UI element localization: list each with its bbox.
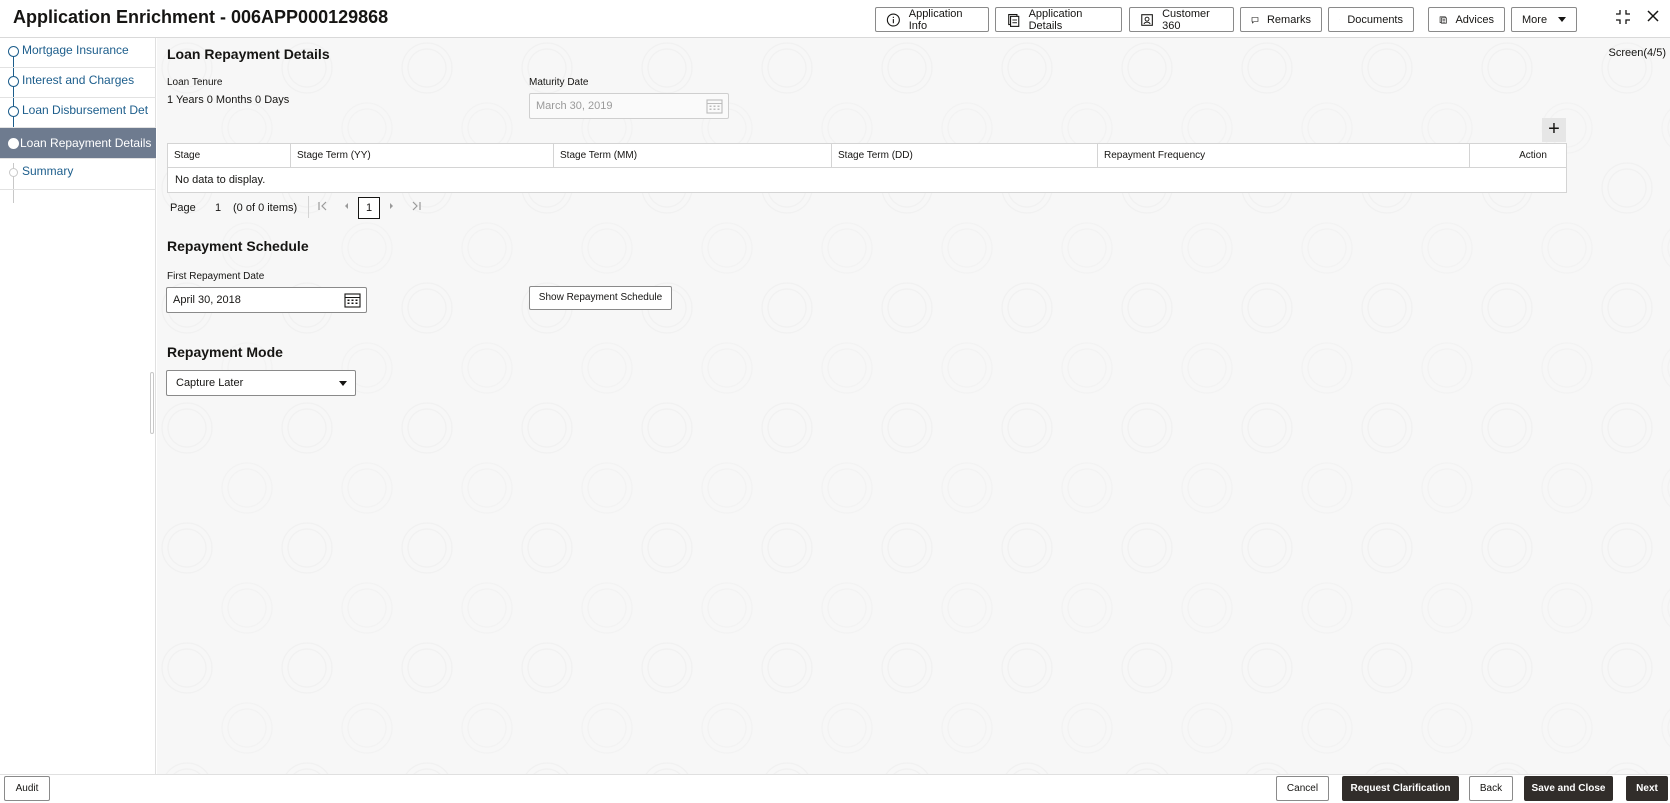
loan-tenure-label: Loan Tenure [167, 77, 223, 88]
sidebar-item-label: Summary [22, 164, 74, 178]
sidebar-item-mortgage-insurance[interactable]: Mortgage Insurance [0, 38, 156, 68]
repayment-mode-value: Capture Later [176, 377, 244, 389]
maturity-date-label: Maturity Date [529, 77, 589, 88]
first-repayment-date-label: First Repayment Date [167, 271, 265, 282]
column-header-action: Action [1519, 150, 1547, 161]
table-header: Stage Stage Term (YY) Stage Term (MM) St… [168, 144, 1566, 168]
documents-button[interactable]: Documents [1328, 7, 1414, 32]
advices-button[interactable]: Advices [1428, 7, 1505, 32]
audit-button[interactable]: Audit [4, 776, 50, 801]
check-circle-icon [8, 76, 19, 87]
pagination-page-number: 1 [215, 202, 222, 214]
more-dropdown[interactable]: More [1511, 7, 1577, 32]
application-info-label: Application Info [908, 7, 963, 32]
calendar-icon[interactable] [344, 292, 361, 308]
check-circle-icon [8, 106, 19, 117]
calendar-icon [706, 99, 723, 114]
expand-icon[interactable] [1614, 8, 1632, 31]
sidebar-item-label: Loan Repayment Details [20, 136, 152, 150]
pagination-items-text: (0 of 0 items) [233, 202, 298, 214]
user-card-icon [1141, 13, 1153, 26]
more-label: More [1522, 13, 1548, 26]
column-header-stage-term-yy[interactable]: Stage Term (YY) [291, 144, 554, 168]
section-title: Loan Repayment Details [167, 46, 330, 62]
repayment-stage-table: Stage Stage Term (YY) Stage Term (MM) St… [167, 143, 1567, 193]
save-and-close-button[interactable]: Save and Close [1524, 776, 1613, 801]
application-details-button[interactable]: Application Details [995, 7, 1122, 32]
table-empty-message: No data to display. [175, 174, 266, 186]
application-info-button[interactable]: Application Info [875, 7, 989, 32]
sidebar-item-interest-charges[interactable]: Interest and Charges [0, 68, 156, 98]
main-content: Loan Repayment Details Screen(4/5) Loan … [150, 38, 1670, 774]
column-header-stage-term-mm[interactable]: Stage Term (MM) [554, 144, 832, 168]
repayment-schedule-title: Repayment Schedule [167, 238, 309, 254]
sidebar-item-label: Interest and Charges [22, 73, 135, 87]
next-button[interactable]: Next [1626, 776, 1668, 801]
sidebar-item-label: Mortgage Insurance [22, 43, 129, 57]
current-page-box[interactable]: 1 [358, 197, 380, 219]
page-title: Application Enrichment - 006APP000129868 [13, 7, 389, 27]
add-row-button[interactable]: + [1542, 118, 1566, 142]
app-header: Application Enrichment - 006APP000129868… [0, 0, 1670, 38]
pagination-page-label: Page [170, 202, 196, 214]
loan-tenure-value: 1 Years 0 Months 0 Days [167, 94, 290, 106]
sidebar-item-loan-disbursement[interactable]: Loan Disbursement Det [0, 98, 156, 128]
customer-360-button[interactable]: Customer 360 [1129, 7, 1234, 32]
current-step-dot-icon [8, 138, 19, 149]
previous-page-icon[interactable] [342, 199, 350, 216]
first-page-icon[interactable] [317, 199, 329, 216]
first-repayment-date-input[interactable]: April 30, 2018 [166, 287, 367, 313]
document-icon [1008, 13, 1020, 27]
footer-toolbar: Audit Cancel Request Clarification Back … [0, 774, 1670, 803]
last-page-icon[interactable] [410, 199, 422, 216]
repayment-mode-title: Repayment Mode [167, 344, 283, 360]
column-header-stage[interactable]: Stage [168, 144, 291, 168]
pending-step-dot-icon [9, 168, 18, 177]
column-header-repayment-frequency[interactable]: Repayment Frequency [1098, 144, 1470, 168]
request-clarification-button[interactable]: Request Clarification [1342, 776, 1459, 801]
sidebar-resize-handle[interactable] [150, 372, 154, 434]
maturity-date-value: March 30, 2019 [536, 100, 613, 112]
sidebar-item-label: Loan Disbursement Det [22, 103, 149, 117]
caret-down-icon [1558, 17, 1566, 22]
sidebar-item-summary[interactable]: Summary [0, 159, 156, 190]
remarks-label: Remarks [1266, 13, 1311, 26]
column-header-stage-term-dd[interactable]: Stage Term (DD) [832, 144, 1098, 168]
sidebar-item-loan-repayment[interactable]: Loan Repayment Details [0, 128, 156, 159]
plus-icon: + [1548, 118, 1560, 140]
first-repayment-date-value: April 30, 2018 [173, 294, 241, 306]
maturity-date-field: March 30, 2019 [529, 93, 729, 119]
pagination-divider [308, 196, 309, 218]
show-repayment-schedule-button[interactable]: Show Repayment Schedule [529, 286, 672, 310]
screen-indicator: Screen(4/5) [1608, 47, 1666, 59]
next-page-icon[interactable] [388, 199, 396, 216]
documents-label: Documents [1347, 13, 1403, 26]
check-circle-icon [8, 46, 19, 57]
advices-label: Advices [1455, 13, 1494, 26]
remarks-button[interactable]: Remarks [1240, 7, 1322, 32]
back-button[interactable]: Back [1469, 776, 1513, 801]
info-icon [886, 12, 900, 27]
sidebar-nav: Mortgage Insurance Interest and Charges … [0, 38, 156, 774]
comment-icon [1251, 16, 1259, 24]
close-icon[interactable] [1645, 8, 1661, 29]
advices-icon [1439, 16, 1447, 23]
application-details-label: Application Details [1028, 7, 1083, 32]
customer-360-label: Customer 360 [1162, 7, 1210, 32]
caret-down-icon [339, 381, 347, 386]
repayment-mode-select[interactable]: Capture Later [166, 370, 356, 396]
cancel-button[interactable]: Cancel [1276, 776, 1329, 801]
